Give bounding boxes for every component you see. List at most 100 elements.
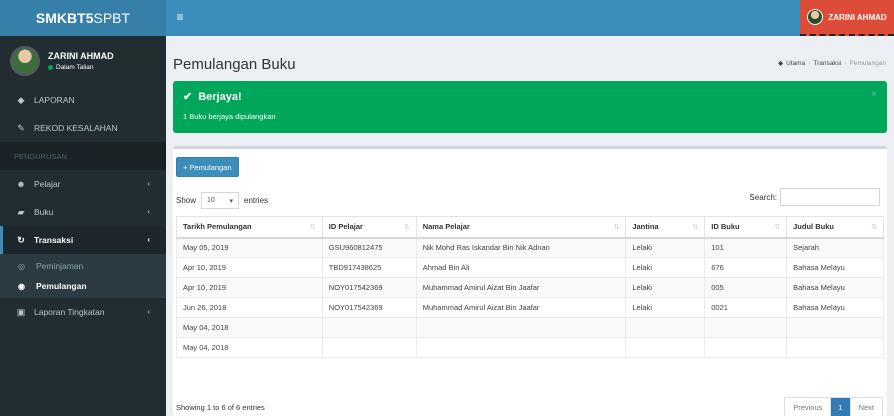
sort-icon: ⇅ (871, 224, 877, 231)
table-cell: Bahasa Melayu (786, 297, 884, 318)
table-cell (704, 317, 788, 338)
table-cell (625, 317, 706, 338)
table-cell: NOY017542369 (321, 277, 417, 298)
logo-thin: SPBT (93, 10, 131, 26)
table-row: May 05, 2019 GSU960812475 Nik Mohd Ras I… (176, 237, 884, 258)
add-pemulangan-button[interactable]: + Pemulangan (176, 157, 239, 177)
sidebar-item-label: Transaksi (34, 235, 74, 245)
logo-bold: SMKBT5 (35, 10, 94, 26)
chevron-left-icon: ‹ (147, 179, 150, 188)
book-icon: ▰ (17, 206, 25, 217)
pagination: Previous 1 Next (784, 397, 883, 416)
sidebar-item-laporan[interactable]: ◆ LAPORAN (0, 86, 166, 114)
success-alert: ✔ Berjaya! 1 Buku berjaya dipulangkan × (173, 81, 887, 133)
table-cell: Apr 10, 2019 (176, 257, 323, 278)
sidebar-item-rekod-kesalahan[interactable]: ✎ REKOD KESALAHAN (0, 114, 166, 142)
sort-icon: ⇅ (692, 224, 699, 231)
app-logo[interactable]: SMKBT5 SPBT (0, 0, 166, 36)
sort-icon: ⇅ (774, 224, 781, 231)
breadcrumb-current: Pemulangan (849, 59, 887, 67)
entries-select-value: 10 (207, 197, 215, 204)
table-cell: Lelaki (625, 277, 706, 298)
search-control: Search: (749, 188, 880, 206)
plus-icon: + (183, 162, 188, 172)
edit-icon: ✎ (17, 122, 25, 133)
users-icon: ☻ (16, 179, 26, 189)
table-row: Jun 26, 2018 NOY017542369 Muhammad Amiru… (176, 297, 884, 318)
breadcrumb-separator-icon: › (808, 59, 811, 67)
table-cell: Nik Mohd Ras Iskandar Bin Nik Adnan (415, 237, 627, 258)
circle-icon: ◉ (18, 281, 25, 291)
sidebar-item-label: REKOD KESALAHAN (34, 123, 118, 133)
dashboard-icon: ◆ (17, 94, 25, 105)
breadcrumb-separator-icon: › (844, 59, 847, 67)
previous-page-button[interactable]: Previous (785, 398, 832, 416)
table-cell: Lelaki (625, 297, 706, 318)
column-header[interactable]: Nama Pelajar ⇅ (415, 216, 627, 239)
user-menu[interactable]: ZARINI AHMAD (800, 0, 894, 36)
breadcrumb-home[interactable]: Utama (786, 60, 805, 67)
table-cell: 676 (704, 257, 788, 278)
add-button-label: Pemulangan (189, 162, 232, 172)
user-avatar (10, 46, 40, 76)
table-cell (625, 337, 706, 358)
sidebar-item-pelajar[interactable]: ☻ Pelajar ‹ (0, 170, 166, 198)
user-status-text: Dalam Talian (56, 64, 94, 71)
table-cell: Lelaki (625, 237, 706, 258)
user-menu-name: ZARINI AHMAD (828, 12, 887, 22)
table-cell (786, 317, 884, 338)
chevron-left-icon: ‹ (147, 235, 150, 244)
table-cell: TBD917438625 (321, 257, 417, 278)
top-navbar: ≡ ZARINI AHMAD (166, 0, 894, 36)
table-cell (786, 337, 884, 358)
table-cell: Bahasa Melayu (786, 277, 884, 298)
online-dot-icon (48, 65, 53, 70)
column-header[interactable]: ID Buku ⇅ (704, 216, 788, 239)
table-cell (415, 317, 627, 338)
entries-select[interactable]: 10 ▾ (201, 192, 240, 209)
main-content: Pemulangan Buku ◆ Utama › Transaksi › Pe… (166, 36, 894, 416)
page-1-button[interactable]: 1 (831, 398, 851, 416)
column-header[interactable]: Jantina ⇅ (625, 216, 706, 239)
chevron-left-icon: ‹ (147, 207, 150, 216)
column-header[interactable]: Tarikh Pemulangan ⇅ (176, 216, 323, 239)
alert-title: ✔ Berjaya! (183, 90, 877, 104)
search-input[interactable] (780, 188, 880, 206)
sidebar-item-laporan-tingkatan[interactable]: ▣ Laporan Tingkatan ‹ (0, 298, 166, 326)
page-title: Pemulangan Buku (173, 56, 296, 73)
next-page-button[interactable]: Next (851, 398, 882, 416)
user-panel: ZARINI AHMAD Dalam Talian (0, 36, 166, 86)
chevron-left-icon: ‹ (147, 307, 150, 316)
table-row: Apr 10, 2019 TBD917438625 Ahmad Bin Ali … (176, 257, 884, 278)
close-icon[interactable]: × (871, 89, 877, 100)
table-cell: 0021 (704, 297, 788, 318)
sidebar-item-peminjaman[interactable]: ◎ Peminjaman (0, 256, 166, 276)
caret-down-icon: ▾ (229, 197, 234, 205)
sidebar-item-label: Peminjaman (36, 261, 84, 271)
sidebar-item-pemulangan[interactable]: ◉ Pemulangan (0, 276, 166, 296)
sidebar-section-header: PENGURUSAN (0, 142, 166, 170)
sidebar-item-buku[interactable]: ▰ Buku ‹ (0, 198, 166, 226)
sidebar-item-transaksi[interactable]: ↻ Transaksi ‹ (0, 226, 166, 254)
sidebar-user-name: ZARINI AHMAD (48, 51, 114, 61)
table-cell: Muhammad Amirul Aizat Bin Jaafar (415, 297, 627, 318)
hamburger-menu-icon[interactable]: ≡ (172, 9, 188, 25)
table-cell (704, 337, 788, 358)
table-cell: Apr 10, 2019 (176, 277, 323, 298)
refresh-icon: ↻ (17, 234, 25, 245)
column-header[interactable]: ID Pelajar ⇅ (321, 216, 417, 239)
table-cell: 101 (704, 237, 788, 258)
sort-icon: ⇅ (403, 224, 410, 231)
sort-icon: ⇅ (613, 224, 620, 231)
user-avatar-small (807, 9, 824, 25)
sort-icon: ⇅ (309, 224, 316, 231)
user-status: Dalam Talian (48, 64, 114, 71)
table-header-row: Tarikh Pemulangan ⇅ ID Pelajar ⇅ Nama Pela… (176, 216, 884, 239)
sidebar: ZARINI AHMAD Dalam Talian ◆ LAPORAN ✎ RE… (0, 36, 166, 416)
table-info: Showing 1 to 6 of 6 entries (176, 403, 265, 412)
column-header[interactable]: Judul Buku ⇅ (786, 216, 884, 239)
breadcrumb: ◆ Utama › Transaksi › Pemulangan (778, 59, 887, 68)
table-cell (415, 337, 627, 358)
sidebar-item-label: Laporan Tingkatan (34, 307, 105, 317)
breadcrumb-section[interactable]: Transaksi (813, 60, 841, 67)
